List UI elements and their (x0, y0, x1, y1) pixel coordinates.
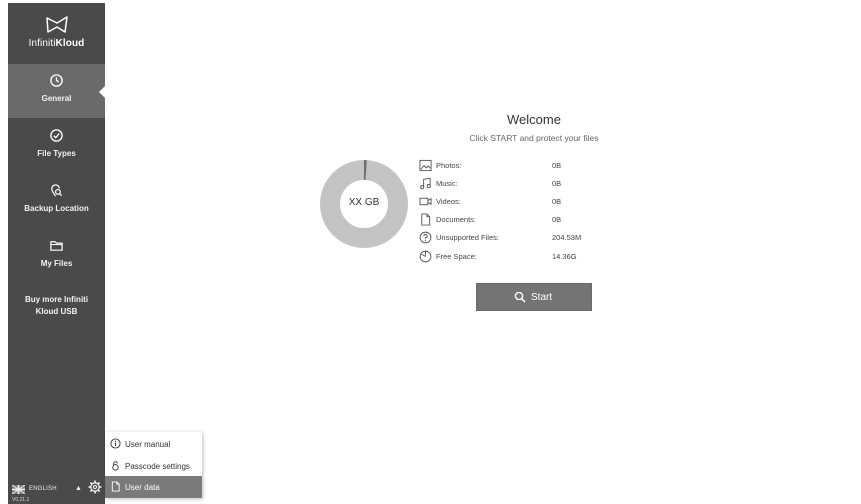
row-value: 204.53M (552, 233, 582, 242)
storage-row-music: Music: 0B (419, 176, 619, 192)
menu-item-label: Passcode settings (125, 462, 190, 471)
storage-row-free-space: Free Space: 14.36G (419, 249, 619, 265)
question-icon (419, 231, 432, 244)
flag-icon (12, 485, 25, 494)
check-circle-icon (50, 129, 63, 142)
storage-row-unsupported: Unsupported Files: 204.53M (419, 230, 619, 246)
music-icon (420, 177, 431, 190)
row-label: Unsupported Files: (436, 233, 499, 242)
video-icon (419, 197, 432, 206)
storage-row-videos: Videos: 0B (419, 194, 619, 210)
document-icon (421, 213, 431, 226)
version-label: V0.21.1 (12, 497, 30, 503)
sidebar-item-general[interactable]: General (8, 64, 105, 118)
caret-up-icon: ▲ (75, 485, 82, 492)
folder-icon (50, 241, 63, 251)
row-label: Music: (436, 179, 458, 188)
language-selector[interactable]: ENGLISH ▲ (12, 483, 92, 497)
language-label: ENGLISH (29, 486, 57, 492)
menu-item-user-data[interactable]: User data (105, 476, 202, 498)
storage-row-documents: Documents: 0B (419, 212, 619, 228)
row-value: 0B (552, 179, 562, 188)
menu-item-user-manual[interactable]: User manual (105, 433, 202, 455)
pie-icon (419, 250, 432, 263)
settings-popup-menu: User manual Passcode settings User data (105, 432, 202, 498)
row-label: Documents: (436, 215, 477, 224)
row-value: 0B (552, 215, 562, 224)
sidebar-item-my-files[interactable]: My Files (8, 229, 105, 283)
start-button[interactable]: Start (476, 283, 592, 311)
logo-icon (46, 16, 68, 33)
sidebar-item-label: Backup Location (24, 204, 89, 213)
lock-icon (112, 461, 119, 471)
sidebar-item-label: General (41, 94, 72, 103)
brand-name: InfinitiKloud (28, 38, 85, 49)
storage-row-photos: Photos: 0B (419, 158, 619, 174)
location-search-icon (51, 184, 63, 197)
start-button-label: Start (531, 292, 553, 303)
row-label: Photos: (436, 161, 462, 170)
storage-total-label: XX GB (348, 197, 380, 208)
search-icon (514, 291, 526, 303)
menu-item-passcode-settings[interactable]: Passcode settings (105, 455, 202, 477)
buy-more-link[interactable]: Buy more Infiniti Kloud USB (16, 294, 97, 318)
row-label: Free Space: (436, 252, 477, 261)
sidebar: InfinitiKloud General File Types Backup … (8, 3, 105, 504)
menu-item-label: User manual (125, 440, 171, 449)
row-value: 0B (552, 161, 562, 170)
row-label: Videos: (436, 197, 461, 206)
sidebar-item-label: File Types (37, 149, 76, 158)
gear-icon[interactable] (87, 479, 103, 495)
document-icon (111, 481, 120, 492)
image-icon (419, 159, 432, 172)
row-value: 0B (552, 197, 562, 206)
page-subtitle: Click START and protect your files (469, 133, 599, 143)
clock-icon (50, 74, 63, 87)
row-value: 14.36G (552, 252, 577, 261)
sidebar-item-backup-location[interactable]: Backup Location (8, 174, 105, 228)
sidebar-item-label: My Files (40, 259, 73, 268)
menu-item-label: User data (125, 483, 160, 492)
app-logo: InfinitiKloud (8, 3, 105, 63)
info-icon (110, 438, 121, 449)
page-title: Welcome (507, 112, 561, 127)
sidebar-item-file-types[interactable]: File Types (8, 119, 105, 173)
